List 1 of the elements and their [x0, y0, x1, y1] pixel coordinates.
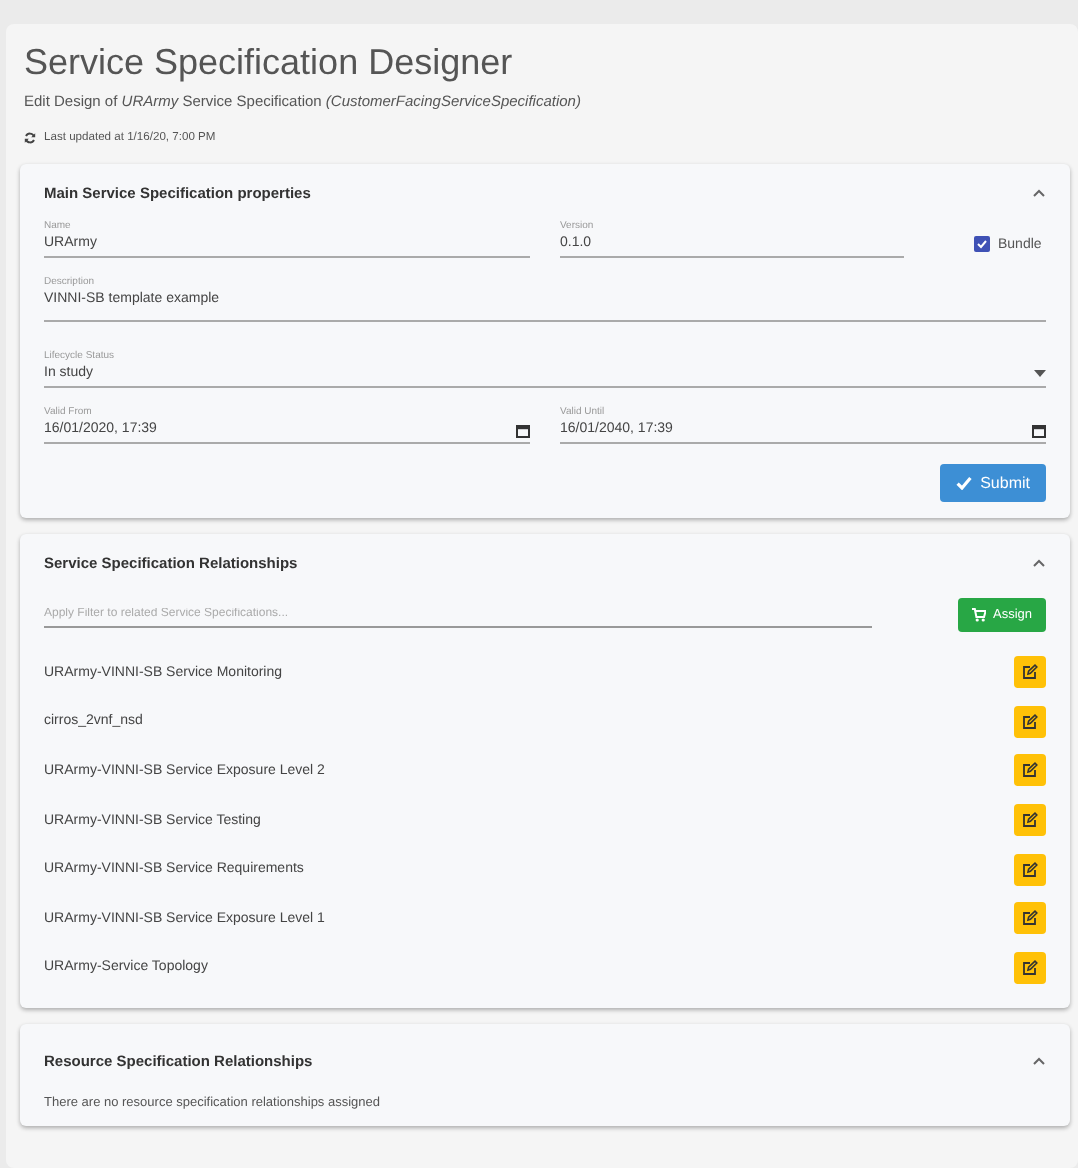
page-title: Service Specification Designer	[24, 40, 515, 84]
